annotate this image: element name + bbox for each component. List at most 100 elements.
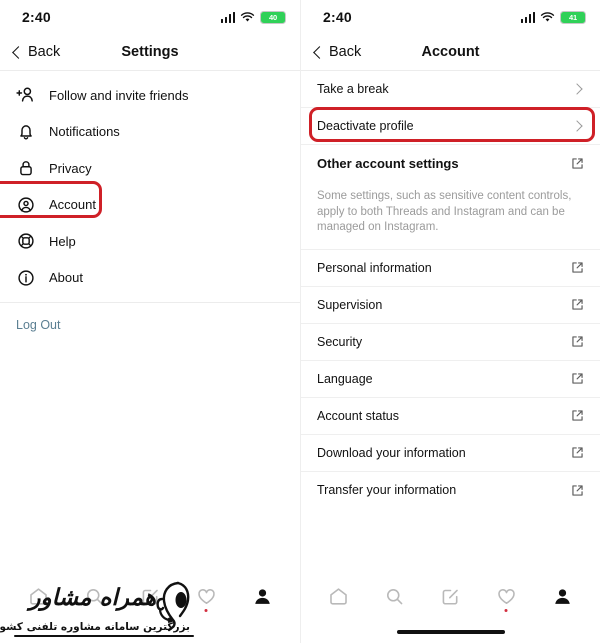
row-label: Language: [317, 371, 373, 386]
battery-percent: 40: [269, 12, 277, 22]
status-bar: 2:40 40: [0, 0, 300, 34]
sidebar-item-label: Help: [49, 233, 76, 249]
row-label: Personal information: [317, 260, 432, 275]
chevron-right-icon: [571, 120, 583, 132]
add-person-icon: [16, 85, 36, 105]
sidebar-item-help[interactable]: Help: [0, 223, 300, 260]
sidebar-item-label: Privacy: [49, 160, 92, 176]
sidebar-item-account[interactable]: Account: [0, 187, 300, 224]
account-screen: 2:40 41 Back Account Take a break Deacti…: [300, 0, 600, 643]
sidebar-item-label: Follow and invite friends: [49, 87, 189, 103]
chevron-right-icon: [571, 83, 583, 95]
external-link-icon: [572, 447, 583, 458]
sidebar-item-label: Account: [49, 197, 96, 213]
chevron-left-icon: [12, 45, 25, 59]
battery-percent: 41: [569, 12, 577, 22]
watermark-underline: [14, 634, 194, 637]
sidebar-item-notifications[interactable]: Notifications: [0, 114, 300, 151]
account-settings-list: Take a break Deactivate profile Other ac…: [301, 71, 600, 509]
wifi-icon: [240, 11, 255, 21]
battery-icon: 41: [560, 10, 586, 24]
chevron-left-icon: [313, 45, 326, 59]
back-button[interactable]: Back: [313, 44, 362, 60]
row-download-your-information[interactable]: Download your information: [301, 435, 600, 472]
heart-icon: [498, 588, 515, 604]
row-account-status[interactable]: Account status: [301, 398, 600, 435]
watermark-subtitle: بزرگترین سامانه مشاوره تلفنی کشور: [0, 621, 190, 633]
row-label: Take a break: [317, 82, 389, 96]
home-icon: [29, 587, 47, 605]
logout-section: Log Out: [0, 302, 300, 334]
external-link-icon: [572, 410, 583, 421]
search-icon: [387, 588, 403, 604]
tab-home[interactable]: [21, 579, 55, 613]
back-button[interactable]: Back: [12, 44, 61, 60]
back-label: Back: [28, 44, 61, 60]
logout-link[interactable]: Log Out: [16, 318, 60, 332]
tab-compose[interactable]: [133, 579, 167, 613]
row-label: Other account settings: [317, 156, 459, 171]
compose-icon: [142, 589, 158, 605]
cellular-signal-icon: [520, 11, 535, 23]
sidebar-item-follow-invite[interactable]: Follow and invite friends: [0, 77, 300, 114]
bell-icon: [16, 122, 36, 142]
account-settings-note: Some settings, such as sensitive content…: [301, 182, 600, 250]
row-language[interactable]: Language: [301, 361, 600, 398]
search-icon: [86, 588, 102, 604]
sidebar-item-privacy[interactable]: Privacy: [0, 150, 300, 187]
row-deactivate-profile[interactable]: Deactivate profile: [301, 108, 600, 145]
sidebar-item-label: About: [49, 270, 83, 286]
profile-icon: [254, 588, 270, 604]
tab-bar: [301, 573, 600, 619]
tab-profile[interactable]: [245, 579, 279, 613]
row-label: Supervision: [317, 297, 383, 312]
row-label: Transfer your information: [317, 483, 457, 497]
row-take-a-break[interactable]: Take a break: [301, 71, 600, 108]
row-transfer-your-information[interactable]: Transfer your information: [301, 472, 600, 509]
external-link-icon: [572, 484, 583, 496]
status-bar: 2:40 41: [301, 0, 600, 34]
tab-activity[interactable]: [189, 579, 223, 613]
nav-bar: Back Account: [301, 34, 600, 70]
tab-compose[interactable]: [433, 579, 467, 613]
heart-icon: [197, 588, 215, 604]
tab-activity[interactable]: [489, 579, 523, 613]
info-circle-icon: [16, 268, 36, 288]
home-indicator: [396, 629, 505, 634]
home-icon: [330, 587, 348, 605]
lock-icon: [16, 158, 36, 178]
dual-phone-screenshot: 2:40 40 Back Settings Follow and invite …: [0, 0, 600, 643]
tab-profile[interactable]: [545, 579, 579, 613]
activity-badge-dot: [504, 609, 508, 612]
settings-screen: 2:40 40 Back Settings Follow and invite …: [0, 0, 300, 643]
back-label: Back: [329, 44, 362, 60]
activity-badge-dot: [204, 609, 208, 612]
external-link-icon: [572, 299, 583, 310]
status-time: 2:40: [323, 9, 352, 25]
battery-icon: 40: [260, 10, 286, 24]
tab-search[interactable]: [77, 579, 111, 613]
row-label: Account status: [317, 408, 399, 423]
wifi-icon: [540, 11, 555, 21]
external-link-icon: [572, 373, 583, 384]
status-indicators: 40: [220, 10, 286, 24]
settings-list: Follow and invite friends Notifications: [0, 71, 300, 334]
status-indicators: 41: [520, 10, 586, 24]
tab-search[interactable]: [378, 579, 412, 613]
row-security[interactable]: Security: [301, 324, 600, 361]
nav-bar: Back Settings: [0, 34, 300, 70]
account-circle-icon: [16, 195, 36, 215]
row-other-account-settings[interactable]: Other account settings: [301, 145, 600, 182]
external-link-icon: [572, 158, 583, 169]
row-label: Download your information: [317, 445, 466, 460]
lifebuoy-icon: [16, 231, 36, 251]
external-link-icon: [572, 336, 583, 347]
row-supervision[interactable]: Supervision: [301, 287, 600, 324]
cellular-signal-icon: [220, 11, 235, 23]
tab-bar: [0, 573, 300, 619]
row-label: Deactivate profile: [317, 119, 414, 133]
status-time: 2:40: [22, 9, 51, 25]
tab-home[interactable]: [322, 579, 356, 613]
sidebar-item-about[interactable]: About: [0, 260, 300, 297]
row-personal-information[interactable]: Personal information: [301, 250, 600, 287]
